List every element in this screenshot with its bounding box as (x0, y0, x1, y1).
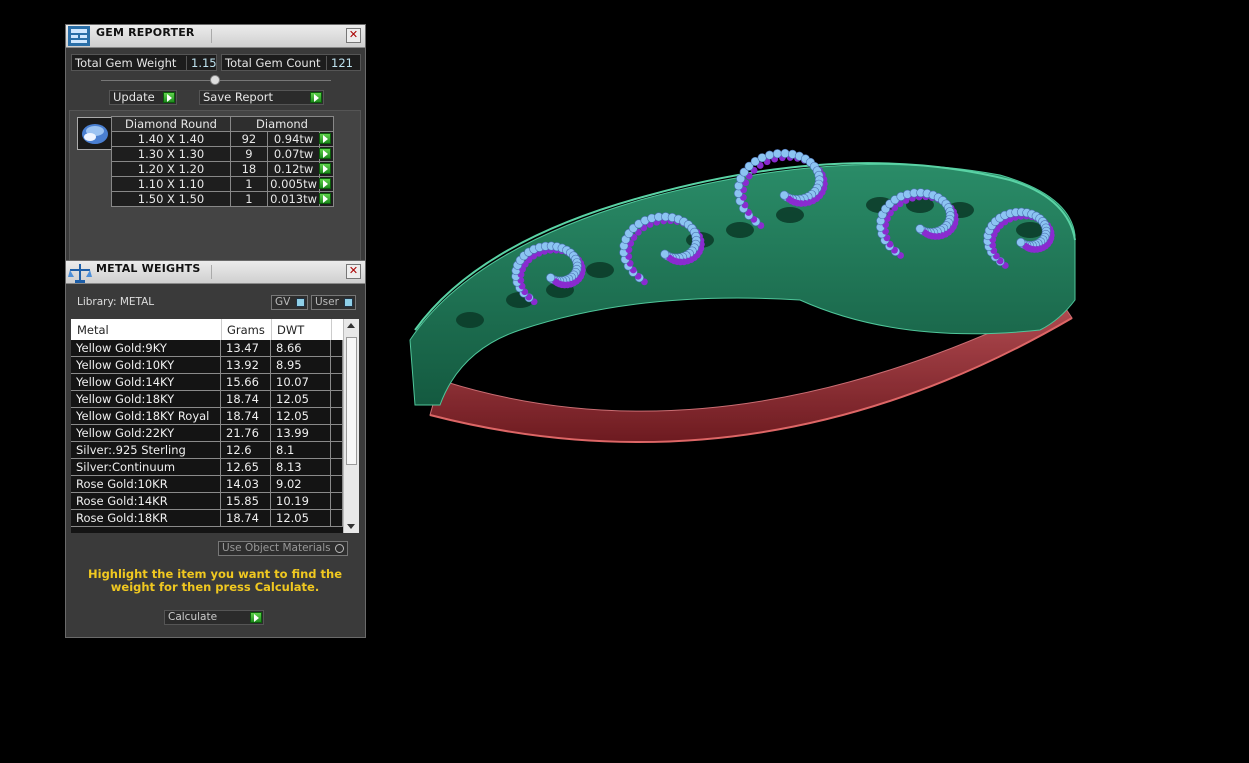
gem-stone (757, 153, 767, 163)
filigree-cutout (456, 312, 484, 328)
gem-stone (765, 150, 775, 160)
gem-stone (779, 190, 789, 200)
gem-stone (1016, 237, 1026, 247)
gem-stone (660, 249, 670, 259)
gem-stone (915, 224, 925, 234)
bangle-3d-model[interactable] (0, 0, 1249, 763)
gem-stone (546, 273, 556, 283)
gem-stone (772, 149, 782, 159)
filigree-cutout (726, 222, 754, 238)
filigree-cutout (776, 207, 804, 223)
gem-stone (780, 148, 790, 158)
filigree-cutout (586, 262, 614, 278)
